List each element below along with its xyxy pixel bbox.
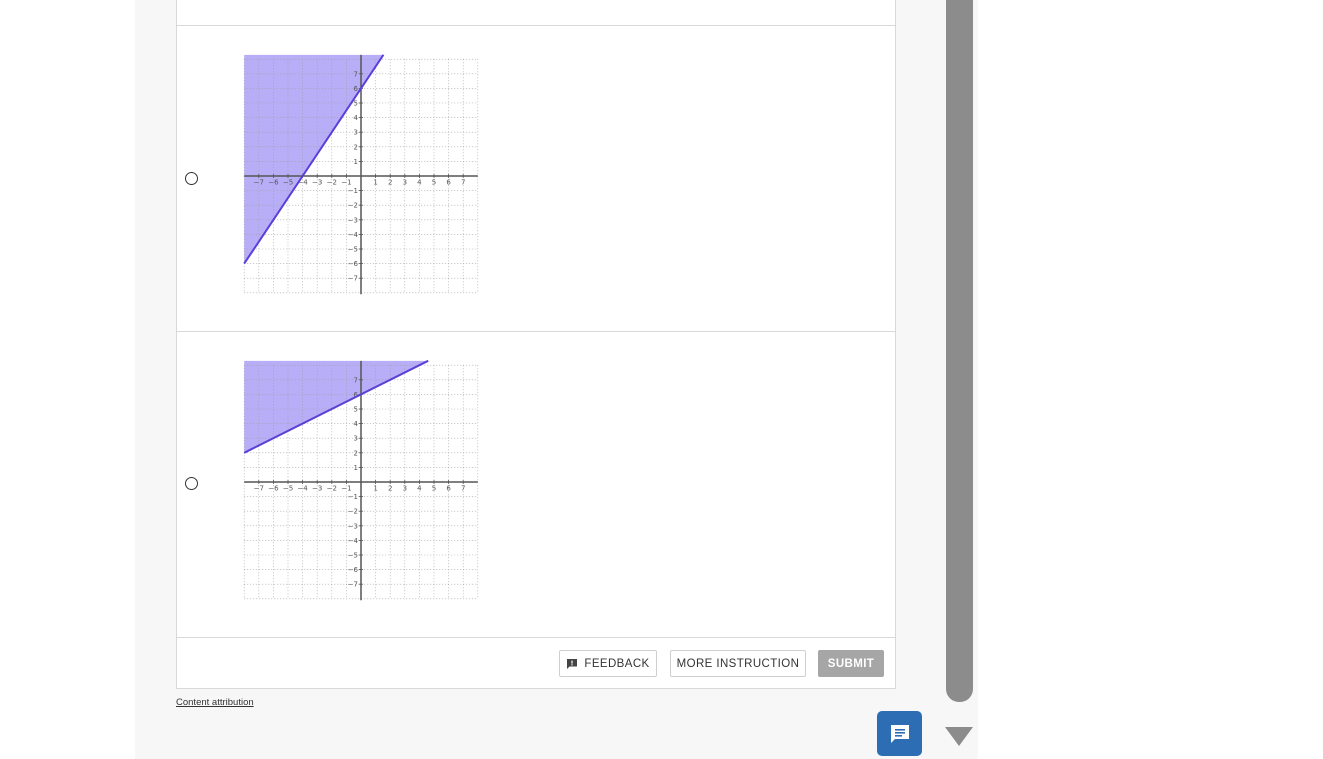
y-tick-label: −7	[348, 581, 358, 589]
feedback-label: FEEDBACK	[584, 657, 650, 670]
x-tick-label: 7	[461, 179, 465, 187]
y-tick-label: 3	[354, 129, 358, 137]
x-tick-label: −1	[341, 485, 351, 493]
x-tick-label: 1	[373, 179, 377, 187]
x-tick-label: 2	[388, 179, 392, 187]
x-tick-label: −3	[312, 485, 322, 493]
x-tick-label: 2	[388, 485, 392, 493]
y-tick-label: −6	[348, 260, 359, 268]
feedback-button[interactable]: FEEDBACK	[559, 650, 657, 677]
y-tick-label: 5	[354, 100, 358, 108]
x-tick-label: −2	[327, 485, 337, 493]
y-tick-label: −7	[348, 275, 358, 283]
x-tick-label: 3	[403, 485, 407, 493]
y-tick-label: 7	[354, 70, 358, 78]
x-tick-label: −7	[254, 485, 264, 493]
y-tick-label: 3	[354, 435, 358, 443]
scrollbar-thumb[interactable]	[946, 0, 973, 702]
y-tick-label: −1	[348, 187, 358, 195]
chat-button[interactable]	[877, 711, 922, 756]
x-tick-label: 5	[432, 179, 436, 187]
y-tick-label: 4	[354, 114, 359, 122]
more-instruction-button[interactable]: MORE INSTRUCTION	[670, 650, 806, 677]
x-tick-label: 7	[461, 485, 465, 493]
y-tick-label: 2	[354, 449, 358, 457]
submit-button[interactable]: SUBMIT	[818, 650, 884, 677]
y-tick-label: 2	[354, 143, 358, 151]
x-tick-label: −6	[268, 179, 279, 187]
y-tick-label: 1	[354, 158, 358, 166]
y-tick-label: −4	[348, 537, 359, 545]
y-tick-label: −3	[348, 522, 358, 530]
x-tick-label: 5	[432, 485, 436, 493]
y-tick-label: −6	[348, 566, 359, 574]
x-tick-label: −4	[297, 485, 308, 493]
radio-option-1[interactable]	[185, 172, 198, 185]
x-tick-label: −7	[254, 179, 264, 187]
x-tick-label: 3	[403, 179, 407, 187]
x-tick-label: −1	[341, 179, 351, 187]
x-tick-label: −2	[327, 179, 337, 187]
submit-label: SUBMIT	[827, 657, 875, 670]
graph-option-1: −7 −6 −5 −4 −3 −2 −1 1 2 3 4 5 6 77654321−1−2−3−4−5−6…	[243, 54, 479, 295]
feedback-icon	[566, 658, 578, 670]
x-tick-label: 6	[446, 179, 451, 187]
y-tick-label: −1	[348, 493, 358, 501]
x-tick-label: −5	[283, 485, 293, 493]
y-tick-label: 5	[354, 406, 358, 414]
x-tick-label: 1	[373, 485, 377, 493]
graph-option-2: −7 −6 −5 −4 −3 −2 −1 1 2 3 4 5 6 77654321−1−2−3−4−5−6…	[243, 359, 479, 601]
y-tick-label: 4	[354, 420, 359, 428]
radio-option-2[interactable]	[185, 477, 198, 490]
more-instruction-label: MORE INSTRUCTION	[676, 657, 800, 670]
y-tick-label: 1	[354, 464, 358, 472]
y-tick-label: −4	[348, 231, 359, 239]
content-attribution-link[interactable]: Content attribution	[176, 697, 254, 708]
x-tick-label: −3	[312, 179, 322, 187]
x-tick-label: 4	[417, 485, 422, 493]
y-tick-label: −3	[348, 216, 358, 224]
scroll-down-icon[interactable]	[945, 727, 973, 746]
x-tick-label: −5	[283, 179, 293, 187]
y-tick-label: −5	[348, 246, 358, 254]
x-tick-label: 4	[417, 179, 422, 187]
chat-icon	[888, 722, 912, 746]
y-tick-label: −2	[348, 508, 358, 516]
y-tick-label: 7	[354, 376, 358, 384]
x-tick-label: 6	[446, 485, 451, 493]
y-tick-label: −2	[348, 202, 358, 210]
y-tick-label: −5	[348, 552, 358, 560]
x-tick-label: −6	[268, 485, 279, 493]
